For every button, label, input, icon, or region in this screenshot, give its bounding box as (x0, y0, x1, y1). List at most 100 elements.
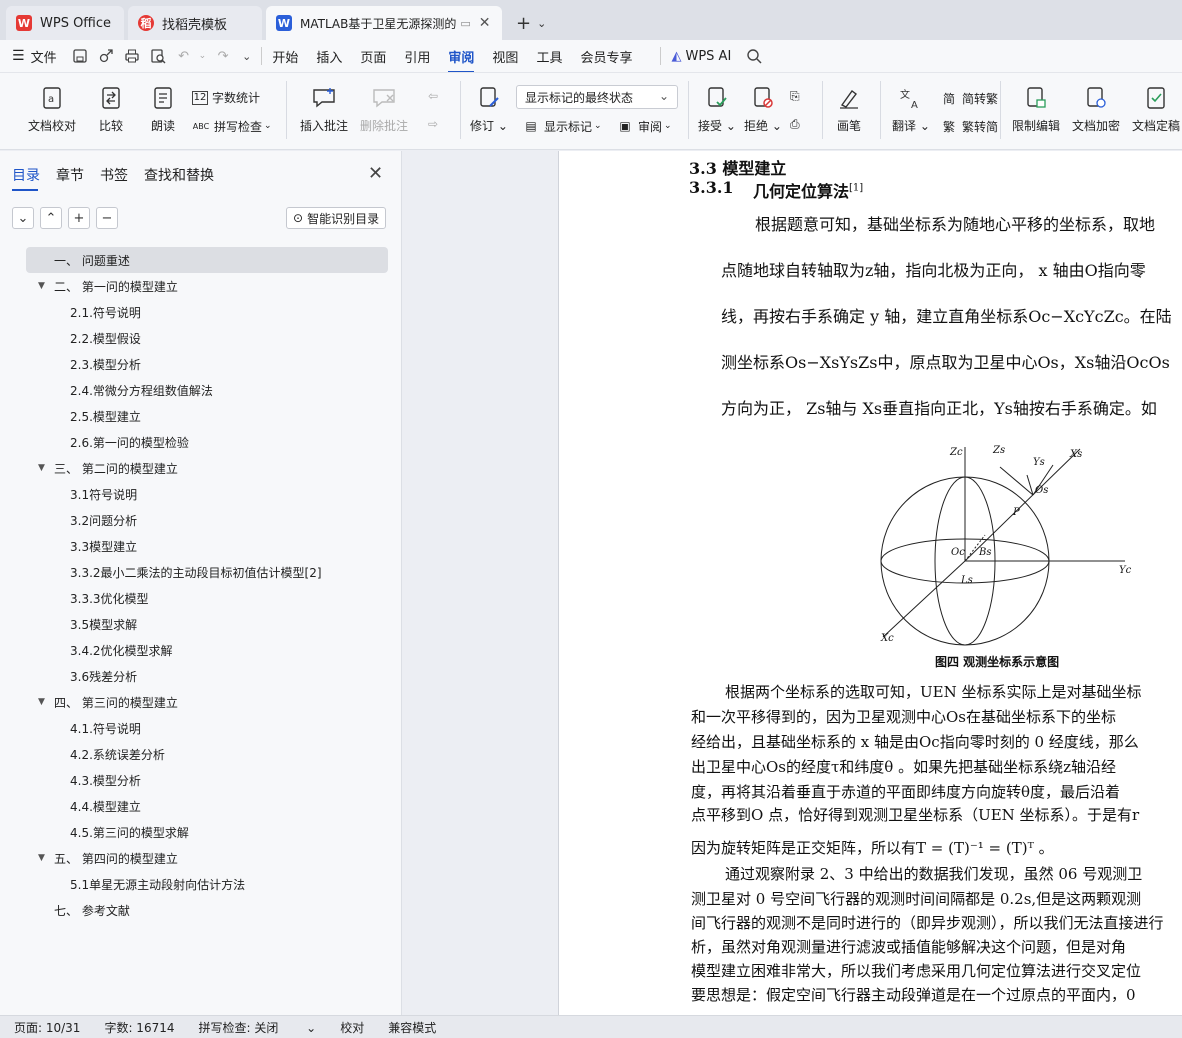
review-pane-button[interactable]: ▣ 审阅 ⌄ (616, 117, 671, 135)
to-simplified-button[interactable]: 繁 繁转简 (940, 117, 998, 135)
read-aloud-button[interactable]: 朗读 (150, 85, 176, 134)
proofread-status[interactable]: 校对 (340, 1019, 364, 1036)
search-icon[interactable] (743, 45, 765, 67)
collapse-up-button[interactable]: ⌃ (40, 207, 62, 229)
toc-item[interactable]: 2.1.符号说明 (0, 299, 402, 325)
toc-item[interactable]: 2.5.模型建立 (0, 403, 402, 429)
tab-wps-office[interactable]: W WPS Office (6, 6, 124, 40)
toc-item[interactable]: 3.1符号说明 (0, 481, 402, 507)
tab-find-replace[interactable]: 查找和替换 (144, 165, 214, 185)
tab-template[interactable]: 稻 找稻壳模板 (128, 6, 262, 40)
compare-button[interactable]: 比较 (98, 85, 124, 134)
toc-item[interactable]: 4.2.系统误差分析 (0, 741, 402, 767)
menu-review[interactable]: 审阅 (448, 47, 475, 73)
close-panel-icon[interactable]: ✕ (368, 163, 383, 184)
tab-current-document[interactable]: W MATLAB基于卫星无源探测的 ▭ ✕ (266, 6, 502, 40)
toc-item-label: 2.6.第一问的模型检验 (70, 435, 189, 450)
toc-item[interactable]: 4.4.模型建立 (0, 793, 402, 819)
toc-item[interactable]: 2.2.模型假设 (0, 325, 402, 351)
collapse-down-button[interactable]: ⌄ (12, 207, 34, 229)
show-markup-button[interactable]: ▤ 显示标记 ⌄ (522, 117, 601, 135)
expand-toggle-icon[interactable]: ▼ (38, 697, 45, 707)
revise-button[interactable]: 修订 ⌄ (470, 85, 508, 134)
chevron-down-icon: ⌄ (658, 89, 669, 103)
menu-tools[interactable]: 工具 (536, 47, 562, 66)
pen-button[interactable]: 画笔 (836, 85, 862, 134)
spell-check-status[interactable]: 拼写检查: 关闭 ⌄ (199, 1019, 317, 1036)
translate-button[interactable]: 文A 翻译 ⌄ (892, 85, 930, 134)
doc-encrypt-button[interactable]: 文档加密 (1072, 85, 1120, 134)
next-comment-icon[interactable]: ⇨ (428, 117, 438, 131)
tab-chapters[interactable]: 章节 (56, 165, 84, 185)
doc-check-button[interactable]: a 文档校对 (28, 85, 76, 134)
remove-heading-button[interactable]: − (96, 207, 118, 229)
menu-references[interactable]: 引用 (404, 47, 430, 66)
hamburger-menu-icon[interactable]: ☰ (12, 48, 25, 64)
toc-item[interactable]: 3.3.3优化模型 (0, 585, 402, 611)
word-count-indicator[interactable]: 字数: 16714 (104, 1019, 174, 1036)
toc-item[interactable]: ▼ 四、 第三问的模型建立 (0, 689, 402, 715)
reject-button[interactable]: 拒绝 ⌄ (744, 85, 782, 134)
toc-item[interactable]: ▼ 二、 第一问的模型建立 (0, 273, 402, 299)
doc-finalize-button[interactable]: 文档定稿 (1132, 85, 1180, 134)
menu-insert[interactable]: 插入 (316, 47, 342, 66)
close-tab-icon[interactable]: ✕ (479, 15, 491, 31)
previous-change-icon[interactable]: ⎘ (790, 89, 800, 104)
file-menu[interactable]: 文件 (31, 47, 57, 66)
toc-item[interactable]: 3.4.2优化模型求解 (0, 637, 402, 663)
toc-item[interactable]: ▼ 五、 第四问的模型建立 (0, 845, 402, 871)
toc-item-label: 2.3.模型分析 (70, 357, 141, 372)
accept-button[interactable]: 接受 ⌄ (698, 85, 736, 134)
toc-item[interactable]: 4.5.第三问的模型求解 (0, 819, 402, 845)
page-indicator[interactable]: 页面: 10/31 (14, 1019, 80, 1036)
chevron-down-icon: ⌄ (264, 121, 272, 131)
toc-item[interactable]: 2.6.第一问的模型检验 (0, 429, 402, 455)
label-zs: Zs (992, 445, 1005, 456)
spell-check-button[interactable]: ABC 拼写检查 ⌄ (192, 117, 272, 135)
print-icon[interactable] (121, 45, 143, 67)
toc-item[interactable]: 3.2问题分析 (0, 507, 402, 533)
wps-ai-button[interactable]: WPS AI (685, 49, 731, 64)
toc-item[interactable]: 七、 参考文献 (0, 897, 402, 923)
expand-toggle-icon[interactable]: ▼ (38, 463, 45, 473)
menu-home[interactable]: 开始 (272, 47, 298, 66)
toc-item[interactable]: 3.3.2最小二乘法的主动段目标初值估计模型[2] (0, 559, 402, 585)
next-change-icon[interactable]: ⎙ (790, 117, 800, 132)
to-traditional-button[interactable]: 简 简转繁 (940, 89, 998, 107)
restrict-edit-button[interactable]: 限制编辑 (1012, 85, 1060, 134)
toc-item[interactable]: 4.3.模型分析 (0, 767, 402, 793)
expand-toggle-icon[interactable]: ▼ (38, 281, 45, 291)
previous-comment-icon[interactable]: ⇦ (428, 89, 438, 103)
toc-item[interactable]: 2.4.常微分方程组数值解法 (0, 377, 402, 403)
print-preview-icon[interactable] (147, 45, 169, 67)
undo-dropdown-icon[interactable]: ⌄ (199, 51, 207, 61)
new-tab-button[interactable]: + ⌄ (516, 6, 546, 40)
insert-comment-button[interactable]: 插入批注 (300, 85, 348, 134)
save-icon[interactable] (69, 45, 91, 67)
toc-item[interactable]: 4.1.符号说明 (0, 715, 402, 741)
menu-page[interactable]: 页面 (360, 47, 386, 66)
tab-toc[interactable]: 目录 (12, 165, 40, 191)
redo-icon[interactable]: ↷ (212, 45, 234, 67)
more-chevron-icon[interactable]: ⌄ (242, 50, 251, 63)
toc-item[interactable]: 3.6残差分析 (0, 663, 402, 689)
word-count-button[interactable]: 12 字数统计 (192, 89, 260, 106)
smart-toc-button[interactable]: ⊙ 智能识别目录 (286, 207, 387, 229)
toc-item[interactable]: 3.3模型建立 (0, 533, 402, 559)
add-heading-button[interactable]: + (68, 207, 90, 229)
toc-item[interactable]: 一、 问题重述 (26, 247, 388, 273)
toc-item[interactable]: 3.5模型求解 (0, 611, 402, 637)
export-icon[interactable] (95, 45, 117, 67)
toc-item[interactable]: ▼ 三、 第二问的模型建立 (0, 455, 402, 481)
markup-state-select[interactable]: 显示标记的最终状态 ⌄ (516, 85, 678, 109)
undo-icon[interactable]: ↶ (173, 45, 195, 67)
toc-item[interactable]: 5.1单星无源主动段射向估计方法 (0, 871, 402, 897)
delete-comment-button[interactable]: 删除批注 (360, 85, 408, 134)
menu-member[interactable]: 会员专享 (580, 47, 632, 66)
toc-item[interactable]: 2.3.模型分析 (0, 351, 402, 377)
menu-view[interactable]: 视图 (492, 47, 518, 66)
tab-bookmarks[interactable]: 书签 (100, 165, 128, 185)
show-markup-icon: ▤ (525, 119, 537, 133)
body-line: 通过观察附录 2、3 中给出的数据我们发现，虽然 06 号观测卫 (725, 865, 1143, 883)
expand-toggle-icon[interactable]: ▼ (38, 853, 45, 863)
